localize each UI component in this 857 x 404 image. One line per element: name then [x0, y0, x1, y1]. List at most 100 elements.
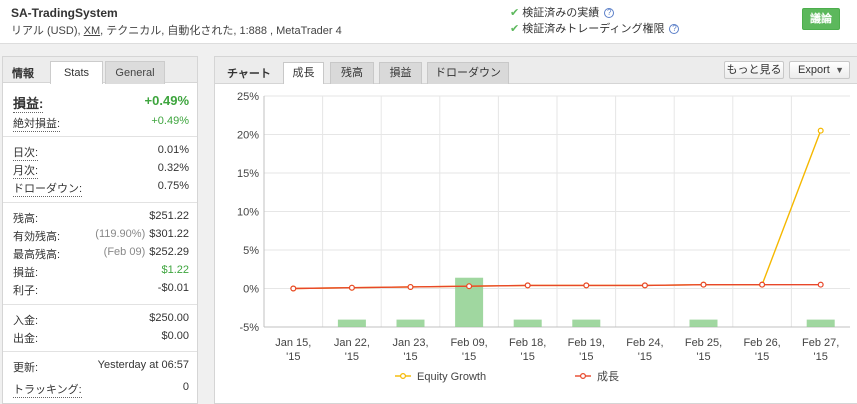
verified-trading-privileges: ✔ 検証済みトレーディング権限? [510, 20, 680, 36]
export-button[interactable]: Export ▼ [789, 61, 850, 79]
x-tick-label-year: '15 [579, 351, 593, 363]
updated-label: 更新: [13, 362, 39, 374]
y-tick-label: 25% [237, 91, 259, 103]
drawdown-value: 0.75% [157, 180, 189, 192]
drawdown-bar [806, 319, 835, 327]
daily-value: 0.01% [157, 144, 189, 156]
y-tick-label: 10% [237, 207, 259, 219]
drawdown-bar [396, 319, 425, 327]
series-point [700, 281, 707, 288]
interest-value: -$0.01 [157, 282, 189, 294]
tab-profit[interactable]: 損益 [379, 62, 422, 84]
tracking-row: トラッキング: 0 [13, 381, 189, 398]
x-tick-label-year: '15 [755, 351, 769, 363]
monthly-value: 0.32% [157, 162, 189, 174]
verified-trading-privileges-label: 検証済みトレーディング権限 [522, 23, 665, 35]
info-section-label: 情報 [12, 68, 34, 80]
equity-label: 有効残高: [13, 231, 61, 243]
monthly-row: 月次: 0.32% [13, 162, 189, 179]
profit-value: $1.22 [161, 264, 189, 276]
highest-row: 最高残高: (Feb 09) $252.29 [13, 246, 189, 262]
legend-label: 成長 [597, 370, 619, 383]
x-tick-label: Feb 18, [509, 337, 546, 349]
drawdown-bar [513, 319, 542, 327]
x-tick-label-year: '15 [403, 351, 417, 363]
highest-label: 最高残高: [13, 249, 61, 261]
info-panel: 情報 Stats General 損益: +0.49% 絶対損益: +0.49%… [2, 56, 198, 404]
y-tick-label: 20% [237, 130, 259, 142]
more-button[interactable]: もっと見る [724, 61, 784, 79]
x-tick-label-year: '15 [462, 351, 476, 363]
series-point [583, 282, 590, 289]
tracking-value: 0 [182, 381, 189, 393]
abs-gain-label[interactable]: 絶対損益: [13, 115, 61, 132]
tab-stats[interactable]: Stats [50, 61, 103, 84]
meta-suffix: , テクニカル, 自動化された, 1:888 , MetaTrader 4 [100, 25, 342, 37]
tab-balance[interactable]: 残高 [330, 62, 374, 84]
broker-link[interactable]: XM [84, 25, 101, 37]
header: SA-TradingSystem リアル (USD), XM, テクニカル, 自… [0, 0, 857, 44]
divider [3, 202, 197, 203]
profit-row: 損益: $1.22 [13, 264, 189, 280]
x-tick-label: Jan 22, [334, 337, 370, 349]
gain-value: +0.49% [144, 93, 189, 108]
help-icon[interactable]: ? [669, 24, 680, 34]
discuss-button[interactable]: 議論 [802, 8, 840, 30]
x-tick-label: Feb 09, [450, 337, 487, 349]
highest-note: (Feb 09) [103, 246, 146, 258]
chart-panel: チャート 成長 残高 損益 ドローダウン もっと見る Export ▼ 25% 20… [214, 56, 857, 404]
series-point [348, 284, 355, 291]
updated-row: 更新: Yesterday at 06:57 [13, 359, 189, 375]
tab-drawdown[interactable]: ドローダウン [427, 62, 509, 84]
daily-label[interactable]: 日次: [13, 144, 39, 161]
deposits-row: 入金: $250.00 [13, 312, 189, 328]
x-tick-label-year: '15 [696, 351, 710, 363]
growth-chart: 25% 20% 15% 10% 5% 0% -5% Jan 15, '15 Jan 22, '15 J… [237, 91, 850, 383]
drawdown-bar [337, 319, 366, 327]
series-point [290, 285, 297, 292]
equity-value: $301.22 [149, 228, 189, 240]
x-tick-label-year: '15 [814, 351, 828, 363]
tab-general[interactable]: General [105, 61, 165, 84]
highest-value: $252.29 [149, 246, 189, 258]
highest-value-group: (Feb 09) $252.29 [104, 246, 189, 258]
balance-value: $251.22 [149, 210, 189, 222]
withdrawals-value: $0.00 [161, 330, 189, 342]
profit-label: 損益: [13, 267, 39, 279]
system-meta: リアル (USD), XM, テクニカル, 自動化された, 1:888 , Me… [11, 22, 342, 38]
interest-label: 利子: [13, 285, 39, 297]
interest-row: 利子: -$0.01 [13, 282, 189, 298]
updated-value: Yesterday at 06:57 [97, 359, 189, 371]
meta-prefix: リアル (USD), [11, 25, 84, 37]
x-tick-label: Feb 25, [685, 337, 722, 349]
deposits-value: $250.00 [149, 312, 189, 324]
tracking-label[interactable]: トラッキング: [13, 381, 82, 398]
x-tick-label: Jan 23, [392, 337, 428, 349]
gain-label[interactable]: 損益: [13, 93, 44, 113]
x-tick-label-year: '15 [521, 351, 535, 363]
divider [3, 136, 197, 137]
y-tick-label: 5% [243, 245, 259, 257]
equity-note: (119.90%) [95, 228, 146, 240]
y-tick-label: 15% [237, 168, 259, 180]
verified-track-record: ✔ 検証済みの実績? [510, 4, 615, 20]
gain-row: 損益: +0.49% [13, 93, 189, 113]
abs-gain-value: +0.49% [151, 115, 189, 127]
withdrawals-row: 出金: $0.00 [13, 330, 189, 346]
tab-growth[interactable]: 成長 [283, 62, 324, 84]
monthly-label[interactable]: 月次: [13, 162, 39, 179]
legend-marker [400, 373, 407, 380]
chevron-down-icon: ▼ [835, 65, 844, 75]
help-icon[interactable]: ? [604, 8, 615, 18]
check-icon: ✔ [510, 7, 520, 19]
x-tick-label: Feb 26, [743, 337, 780, 349]
balance-row: 残高: $251.22 [13, 210, 189, 226]
drawdown-label[interactable]: ドローダウン: [13, 180, 83, 197]
chart-tabbar: チャート 成長 残高 損益 ドローダウン もっと見る Export ▼ [215, 57, 857, 84]
withdrawals-label: 出金: [13, 333, 39, 345]
x-tick-label: Jan 15, [275, 337, 311, 349]
balance-label: 残高: [13, 213, 39, 225]
drawdown-bar [689, 319, 718, 327]
equity-row: 有効残高: (119.90%) $301.22 [13, 228, 189, 244]
x-tick-label: Feb 24, [626, 337, 663, 349]
